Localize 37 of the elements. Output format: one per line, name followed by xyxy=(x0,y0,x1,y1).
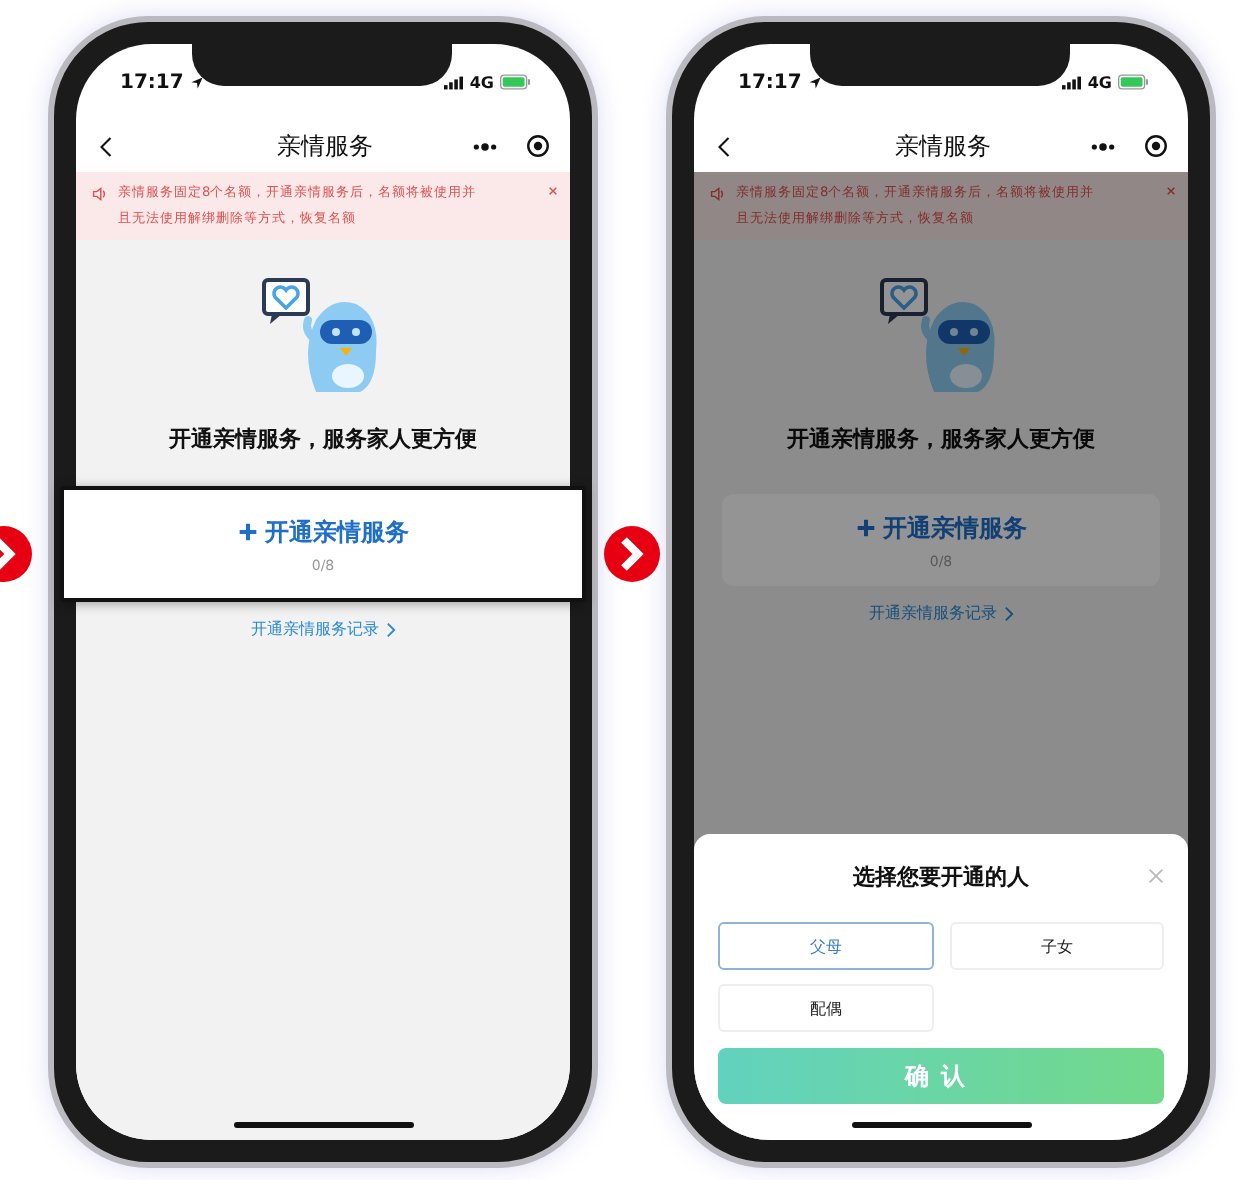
headline-text: 开通亲情服务，服务家人更方便 xyxy=(169,424,477,454)
battery-icon xyxy=(500,74,530,90)
location-arrow-icon xyxy=(807,75,822,89)
close-icon[interactable] xyxy=(548,186,558,196)
signal-icon xyxy=(443,75,464,89)
back-icon[interactable] xyxy=(100,135,112,157)
signal-icon xyxy=(1061,75,1082,89)
status-time: 17:17 xyxy=(738,71,802,93)
relation-option[interactable]: 配偶 xyxy=(718,984,933,1032)
chevron-icon xyxy=(385,621,395,637)
location-arrow-icon xyxy=(189,75,204,89)
status-time: 17:17 xyxy=(120,71,184,93)
page-title: 亲情服务 xyxy=(893,129,993,163)
more-icon[interactable] xyxy=(1090,141,1116,151)
service-record-link[interactable]: 开通亲情服务记录 xyxy=(251,618,395,640)
page-title: 亲情服务 xyxy=(275,129,375,163)
speaker-icon xyxy=(92,186,108,202)
target-icon[interactable] xyxy=(526,134,550,158)
plus-icon xyxy=(237,522,257,542)
network-label: 4G xyxy=(469,73,494,91)
back-icon[interactable] xyxy=(718,135,730,157)
more-icon[interactable] xyxy=(472,141,498,151)
close-icon[interactable] xyxy=(1166,186,1176,196)
headline-text: 开通亲情服务，服务家人更方便 xyxy=(787,424,1095,454)
relation-option[interactable]: 子女 xyxy=(949,922,1164,970)
add-service-button[interactable]: 开通亲情服务 xyxy=(855,511,1027,545)
relation-option[interactable]: 父母 xyxy=(718,922,933,970)
arrow-right-icon xyxy=(604,526,660,582)
service-record-link[interactable]: 开通亲情服务记录 xyxy=(869,602,1013,624)
add-service-button[interactable]: 开通亲情服务 xyxy=(237,515,409,549)
plus-icon xyxy=(855,518,875,538)
target-icon[interactable] xyxy=(1144,134,1168,158)
network-label: 4G xyxy=(1087,73,1112,91)
sheet-title: 选择您要开通的人 xyxy=(853,861,1029,891)
battery-icon xyxy=(1118,74,1148,90)
chevron-icon xyxy=(1003,605,1013,621)
speaker-icon xyxy=(710,186,726,202)
